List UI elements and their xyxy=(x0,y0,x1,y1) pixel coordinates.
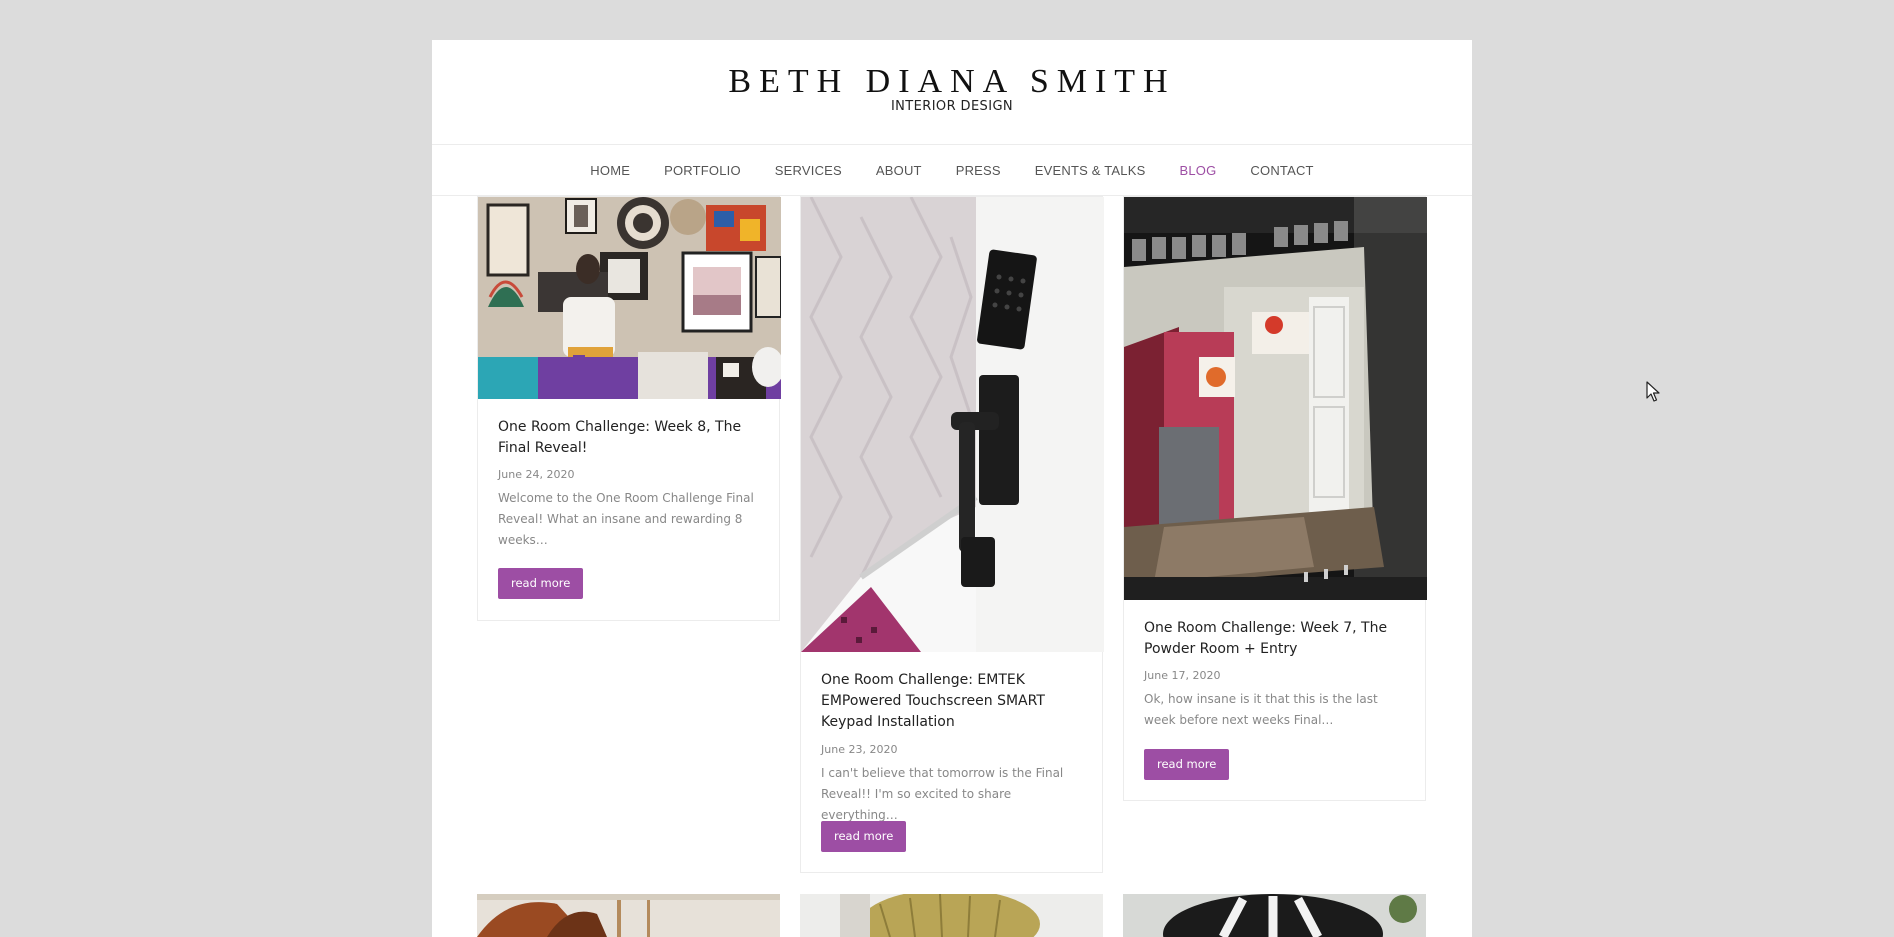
nav-item-contact[interactable]: CONTACT xyxy=(1250,163,1313,178)
blog-post-card xyxy=(1123,894,1426,937)
post-excerpt: I can't believe that tomorrow is the Fin… xyxy=(821,766,1064,822)
post-thumbnail-image[interactable] xyxy=(478,197,781,399)
blog-post-card: One Room Challenge: Week 8, The Final Re… xyxy=(477,196,781,621)
main-navigation: HOME PORTFOLIO SERVICES ABOUT PRESS EVEN… xyxy=(432,144,1472,196)
site-logo[interactable]: BETH DIANA SMITH xyxy=(432,63,1472,101)
nav-item-portfolio[interactable]: PORTFOLIO xyxy=(664,163,741,178)
post-date: June 23, 2020 xyxy=(821,743,898,756)
nav-item-home[interactable]: HOME xyxy=(590,163,630,178)
read-more-button[interactable]: read more xyxy=(1144,749,1230,780)
blog-post-card xyxy=(477,894,780,937)
post-date: June 17, 2020 xyxy=(1144,669,1221,682)
mouse-cursor-icon xyxy=(1646,381,1660,402)
site-header: BETH DIANA SMITH INTERIOR DESIGN xyxy=(432,40,1472,144)
post-excerpt: Ok, how insane is it that this is the la… xyxy=(1144,692,1378,727)
post-title[interactable]: One Room Challenge: Week 7, The Powder R… xyxy=(1144,618,1407,660)
nav-item-services[interactable]: SERVICES xyxy=(775,163,842,178)
post-title[interactable]: One Room Challenge: Week 8, The Final Re… xyxy=(498,417,761,459)
page-container: BETH DIANA SMITH INTERIOR DESIGN HOME PO… xyxy=(432,40,1472,937)
post-thumbnail-image[interactable] xyxy=(800,894,1103,937)
nav-item-press[interactable]: PRESS xyxy=(956,163,1001,178)
post-thumbnail-image[interactable] xyxy=(1124,197,1427,600)
nav-item-events-talks[interactable]: EVENTS & TALKS xyxy=(1035,163,1146,178)
post-thumbnail-image[interactable] xyxy=(801,197,1104,652)
read-more-button[interactable]: read more xyxy=(821,821,907,852)
blog-post-card: One Room Challenge: Week 7, The Powder R… xyxy=(1123,196,1427,801)
nav-item-about[interactable]: ABOUT xyxy=(876,163,922,178)
read-more-button[interactable]: read more xyxy=(498,568,584,599)
post-excerpt: Welcome to the One Room Challenge Final … xyxy=(498,491,754,547)
post-date: June 24, 2020 xyxy=(498,468,575,481)
nav-item-blog[interactable]: BLOG xyxy=(1179,163,1216,178)
post-thumbnail-image[interactable] xyxy=(1123,894,1426,937)
site-tagline: INTERIOR DESIGN xyxy=(890,99,1014,114)
blog-post-card: One Room Challenge: EMTEK EMPowered Touc… xyxy=(800,196,1104,873)
blog-post-card xyxy=(800,894,1103,937)
post-title[interactable]: One Room Challenge: EMTEK EMPowered Touc… xyxy=(821,670,1084,733)
post-thumbnail-image[interactable] xyxy=(477,894,780,937)
